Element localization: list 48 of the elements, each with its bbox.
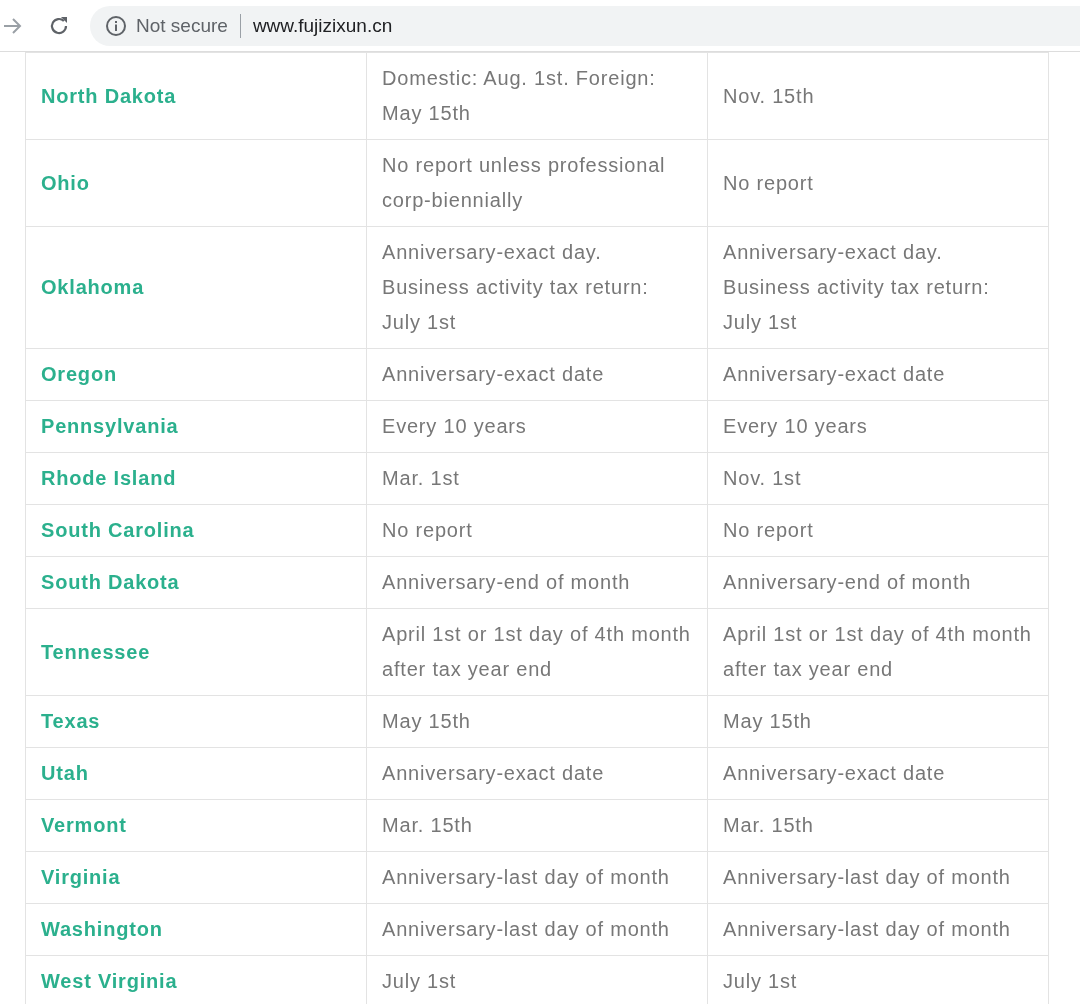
state-cell: Washington — [25, 903, 367, 956]
table-cell: Anniversary-exact date — [366, 747, 708, 800]
state-cell: West Virginia — [25, 955, 367, 1004]
table-cell: Mar. 15th — [366, 799, 708, 852]
table-cell: May 15th — [707, 695, 1049, 748]
table-cell: Anniversary-end of month — [707, 556, 1049, 609]
table-cell: Anniversary-last day of month — [707, 903, 1049, 956]
table-cell: Anniversary-exact day. Business activity tax return: July 1st — [366, 226, 708, 349]
state-cell: South Dakota — [25, 556, 367, 609]
table-cell: Anniversary-last day of month — [366, 851, 708, 904]
table-cell: Anniversary-exact day. Business activity tax return: July 1st — [707, 226, 1049, 349]
table-cell: Every 10 years — [707, 400, 1049, 453]
state-cell: Vermont — [25, 799, 367, 852]
state-cell: Oklahoma — [25, 226, 367, 349]
state-cell: Rhode Island — [25, 452, 367, 505]
table-cell: Anniversary-last day of month — [707, 851, 1049, 904]
table-cell: No report — [366, 504, 708, 557]
state-cell: North Dakota — [25, 52, 367, 140]
state-cell: Pennsylvania — [25, 400, 367, 453]
address-bar[interactable]: Not secure www.fujizixun.cn — [90, 5, 1080, 46]
state-cell: South Carolina — [25, 504, 367, 557]
table-cell: Every 10 years — [366, 400, 708, 453]
table-cell: Anniversary-exact date — [707, 348, 1049, 401]
table-cell: Nov. 1st — [707, 452, 1049, 505]
table-cell: No report unless professional corp-biennially — [366, 139, 708, 227]
state-cell: Ohio — [25, 139, 367, 227]
reload-icon[interactable] — [48, 14, 70, 37]
table-cell: April 1st or 1st day of 4th month after tax year end — [707, 608, 1049, 696]
table-cell: Anniversary-last day of month — [366, 903, 708, 956]
url-text: www.fujizixun.cn — [252, 14, 393, 37]
table-cell: Anniversary-exact date — [366, 348, 708, 401]
table-cell: Domestic: Aug. 1st. Foreign: May 15th — [366, 52, 708, 140]
table-cell: Anniversary-exact date — [707, 747, 1049, 800]
table-cell: Anniversary-end of month — [366, 556, 708, 609]
table-cell: May 15th — [366, 695, 708, 748]
state-cell: Oregon — [25, 348, 367, 401]
state-cell: Texas — [25, 695, 367, 748]
state-cell: Virginia — [25, 851, 367, 904]
state-cell: Tennessee — [25, 608, 367, 696]
table-cell: Nov. 15th — [707, 52, 1049, 140]
table-cell: Mar. 1st — [366, 452, 708, 505]
table-cell: No report — [707, 504, 1049, 557]
table-cell: Mar. 15th — [707, 799, 1049, 852]
table-cell: No report — [707, 139, 1049, 227]
security-label: Not secure — [136, 14, 228, 37]
table-cell: April 1st or 1st day of 4th month after tax year end — [366, 608, 708, 696]
info-icon[interactable] — [105, 14, 127, 37]
state-cell: Utah — [25, 747, 367, 800]
